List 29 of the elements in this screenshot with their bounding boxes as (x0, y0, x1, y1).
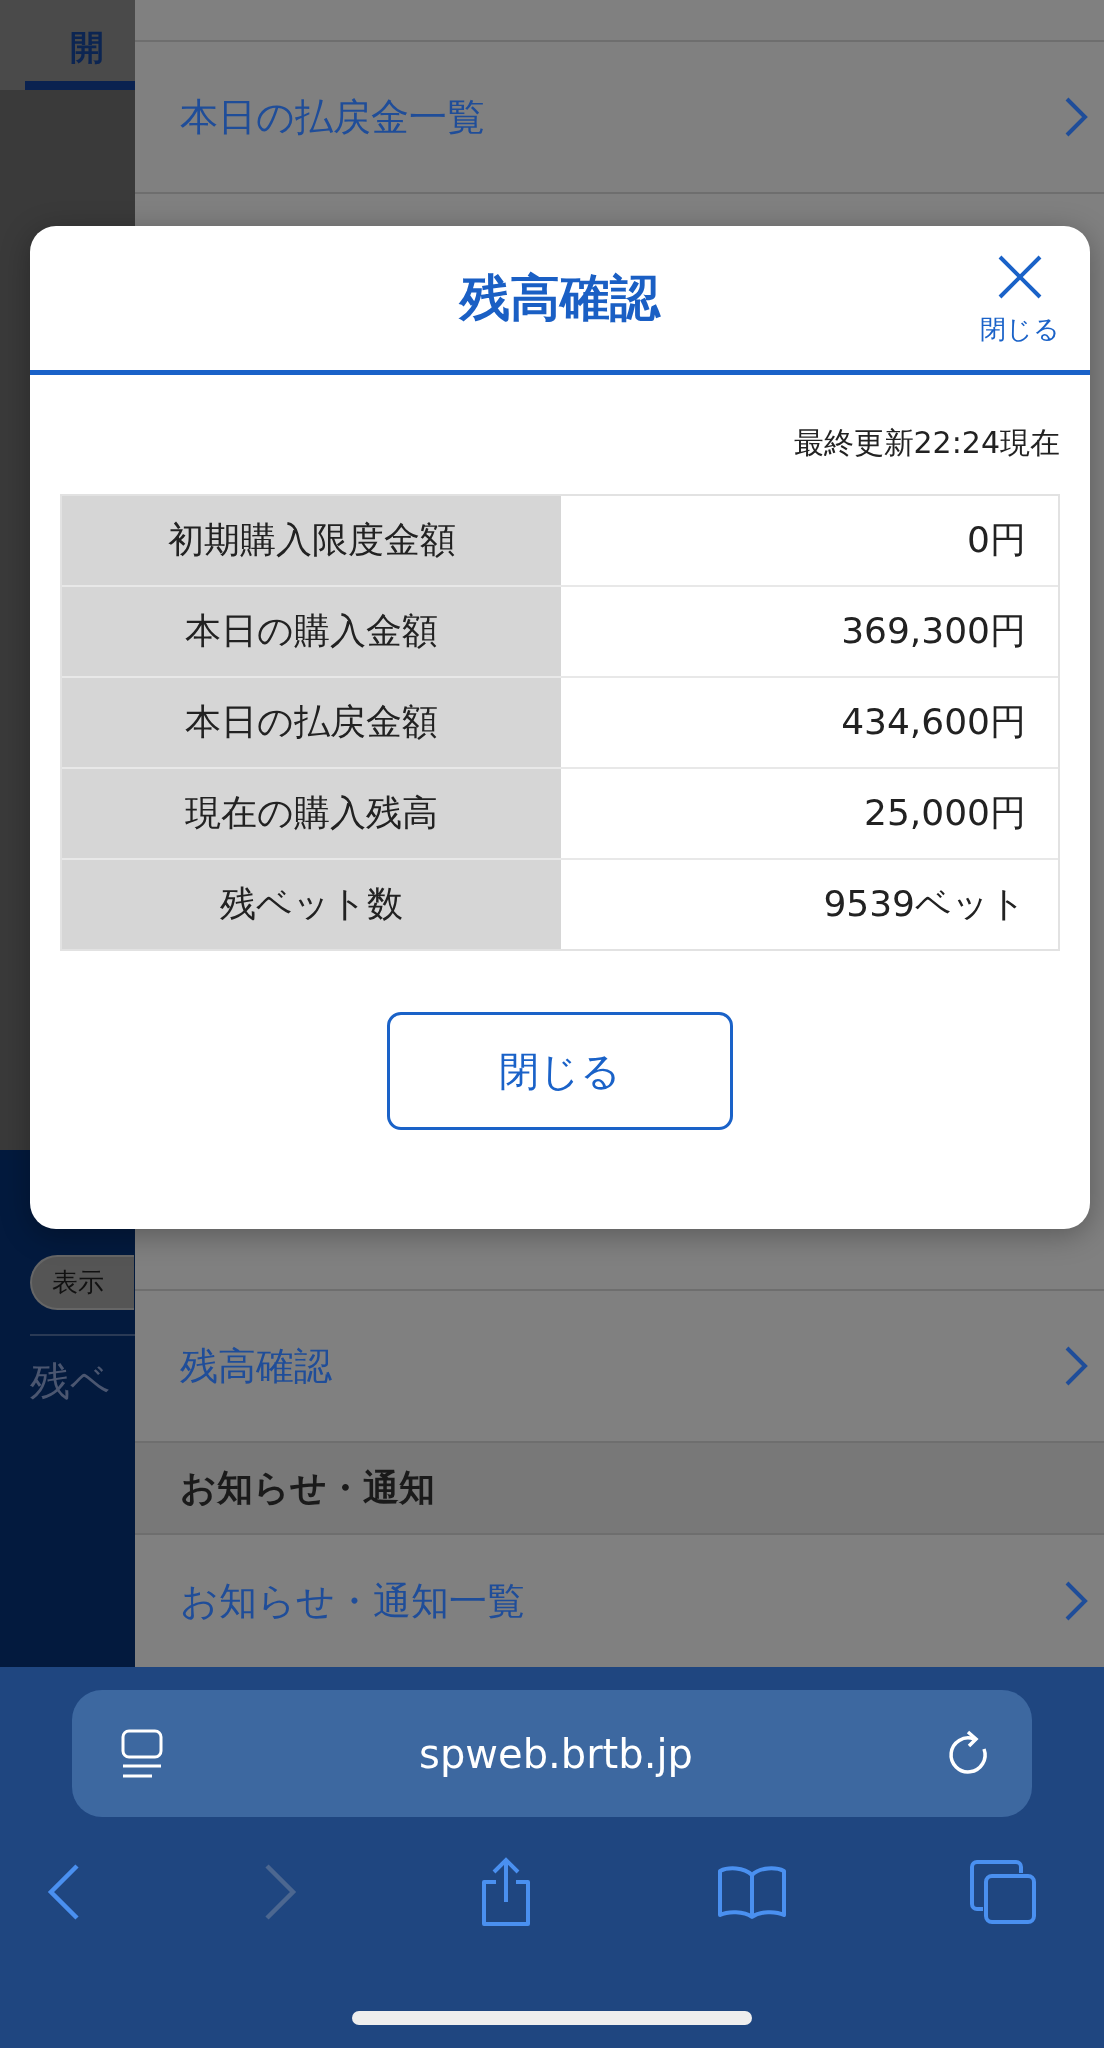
close-button[interactable]: 閉じる (980, 254, 1060, 347)
table-cell: 0円 (561, 496, 1058, 587)
table-cell-text: 9539ベット (822, 882, 1027, 926)
table-cell: 初期購入限度金額 (62, 496, 561, 587)
section-header: お知らせ・通知 (135, 1443, 1104, 1535)
chevron-right-icon (1064, 96, 1088, 138)
close-button[interactable]: 閉じる (387, 1012, 733, 1130)
menu-item[interactable]: お知らせ・通知一覧 (135, 1535, 1104, 1667)
back-icon[interactable] (47, 1863, 81, 1921)
address-bar[interactable]: spweb.brtb.jp (72, 1690, 1032, 1817)
table-cell: 369,300円 (561, 587, 1058, 678)
remaining-bets-label: 残ベ (30, 1357, 111, 1406)
show-toggle[interactable]: 表示 (30, 1255, 134, 1310)
chevron-right-icon (1064, 1580, 1088, 1622)
tabs-icon[interactable] (969, 1859, 1037, 1925)
book-icon[interactable] (715, 1863, 788, 1921)
menu-item[interactable]: 本日の払戻金一覧 (135, 42, 1104, 194)
table-cell: 本日の購入金額 (62, 587, 561, 678)
url-text: spweb.brtb.jp (419, 1730, 693, 1777)
table-cell: 現在の購入残高 (62, 769, 561, 860)
dialog-title: 残高確認 (460, 267, 660, 329)
table-cell: 25,000円 (561, 769, 1058, 860)
table-cell: 434,600円 (561, 678, 1058, 769)
close-icon (997, 254, 1043, 300)
table-cell: 本日の払戻金額 (62, 678, 561, 769)
table-cell: 残ベット数 (62, 860, 561, 949)
chevron-right-icon (1064, 1345, 1088, 1387)
last-updated-text: 最終更新22:24現在 (792, 424, 1060, 462)
page-menu-icon[interactable] (120, 1727, 164, 1780)
